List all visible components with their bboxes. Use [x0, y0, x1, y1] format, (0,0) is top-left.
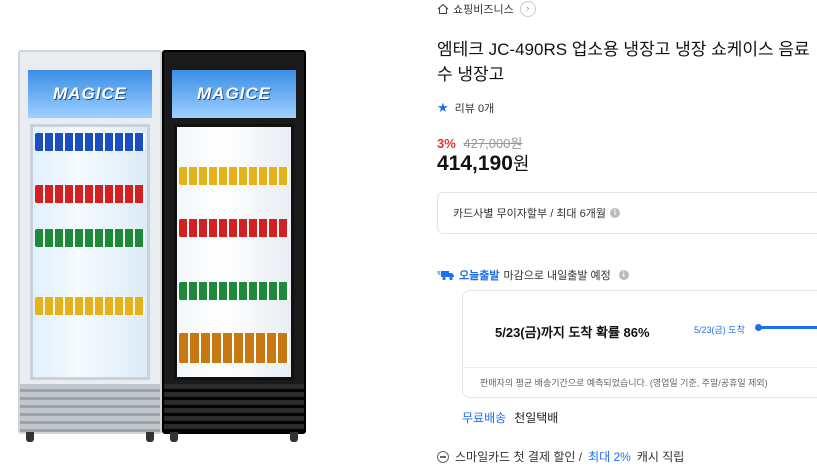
- review-link[interactable]: ★ 리뷰 0개: [437, 100, 494, 116]
- home-icon: [437, 3, 449, 15]
- fridge-leg: [146, 432, 154, 442]
- review-count: 리뷰 0개: [454, 103, 495, 115]
- dispatch-text: 마감으로 내일출발 예정: [503, 270, 611, 282]
- fridge-base: [164, 384, 304, 432]
- fridge-black-image: MAGICE: [162, 50, 306, 442]
- smile-card-promo[interactable]: 스마일카드 첫 결제 할인 / 최대 2% 캐시 직립: [437, 448, 684, 465]
- installment-info[interactable]: 카드사별 무이자할부 / 최대 6개월 i: [437, 192, 817, 234]
- cans-row: [35, 185, 145, 203]
- cans-row: [35, 229, 145, 247]
- shipping-row: 무료배송 천일택배: [462, 409, 558, 426]
- fridge-glass: [30, 124, 150, 380]
- fridge-white-image: MAGICE: [18, 50, 162, 442]
- fridge-leg: [170, 432, 178, 442]
- promo-prefix: 스마일카드 첫 결제 할인 /: [455, 450, 583, 464]
- free-shipping: 무료배송: [462, 411, 507, 425]
- info-icon[interactable]: i: [618, 270, 629, 280]
- today-badge: 오늘출발: [459, 270, 500, 282]
- store-link[interactable]: 쇼핑비즈니스 ›: [437, 0, 536, 18]
- divider: [463, 367, 817, 368]
- chevron-right-icon: ›: [519, 1, 536, 17]
- cans-row: [35, 133, 145, 151]
- price-number: 414,190: [437, 152, 513, 175]
- cans-row: [179, 167, 289, 185]
- discount-percent: 3%: [437, 136, 456, 151]
- store-name: 쇼핑비즈니스: [453, 4, 514, 16]
- delivery-estimate-box: 5/23(금)까지 도착 확률 86% 5/23(금) 도착 판매자의 평균 배…: [462, 290, 817, 398]
- cans-row: [179, 219, 289, 237]
- original-price: 427,000원: [463, 136, 523, 151]
- eta-note: 판매자의 평균 배송기간으로 예측되었습니다. (영업일 기준, 주말/공휴일 …: [480, 378, 768, 388]
- fridge-leg: [26, 432, 34, 442]
- cans-row: [179, 282, 289, 300]
- carrier-name: 천일택배: [514, 411, 559, 425]
- today-dispatch: 오늘출발 마감으로 내일출발 예정 i: [437, 267, 629, 283]
- info-icon[interactable]: i: [609, 208, 620, 218]
- fridge-glass: [174, 124, 294, 380]
- coin-icon: [437, 450, 449, 463]
- cans-row: [35, 297, 145, 315]
- star-icon: ★: [437, 100, 449, 115]
- product-title: 엠테크 JC-490RS 업소용 냉장고 냉장 쇼케이스 음료수 냉장고: [437, 40, 810, 84]
- promo-suffix: 캐시 직립: [636, 450, 685, 464]
- price-unit: 원: [512, 154, 530, 174]
- installment-text: 카드사별 무이자할부 / 최대 6개월: [453, 208, 606, 220]
- fridge-leg: [290, 432, 298, 442]
- eta-date-label: 5/23(금) 도착: [694, 325, 745, 335]
- promo-highlight: 최대 2%: [588, 450, 631, 464]
- brand-sign: MAGICE: [172, 70, 296, 118]
- product-info-panel: 쇼핑비즈니스 › 엠테크 JC-490RS 업소용 냉장고 냉장 쇼케이스 음료…: [437, 0, 817, 475]
- fridge-base: [20, 384, 160, 432]
- eta-probability: 5/23(금)까지 도착 확률 86%: [495, 325, 650, 340]
- sale-price: 414,190원: [437, 150, 529, 176]
- product-image[interactable]: MAGICE MAGICE: [0, 0, 420, 475]
- bottles-row: [179, 333, 289, 363]
- eta-progress-bar: [755, 324, 817, 331]
- truck-icon: [437, 271, 454, 281]
- brand-sign: MAGICE: [28, 70, 152, 118]
